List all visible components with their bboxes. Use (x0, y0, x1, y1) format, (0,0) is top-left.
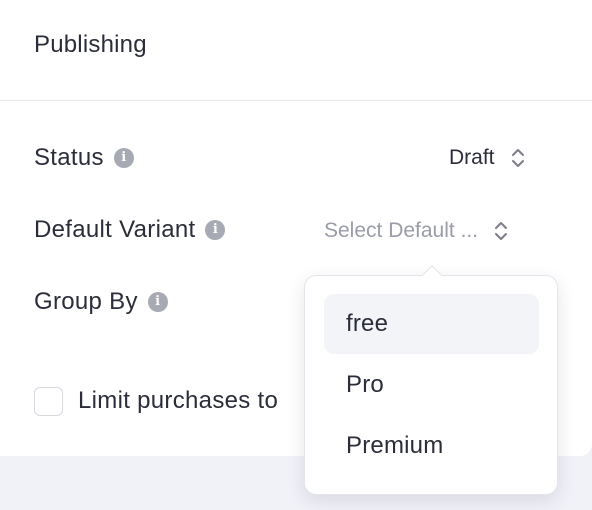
dropdown-option-pro[interactable]: Pro (324, 355, 539, 415)
default-variant-select[interactable]: Select Default ... (324, 219, 508, 243)
group-by-label-group: Group By i (34, 288, 168, 316)
status-label: Status (34, 144, 104, 171)
chevron-up-down-icon (495, 222, 508, 240)
status-label-group: Status i (34, 144, 134, 172)
default-variant-label: Default Variant (34, 216, 196, 243)
default-variant-placeholder: Select Default ... (324, 219, 479, 242)
dropdown-option-premium[interactable]: Premium (324, 416, 539, 476)
default-variant-dropdown: free Pro Premium (304, 265, 558, 495)
dropdown-option-free[interactable]: free (324, 294, 539, 354)
limit-purchases-label: Limit purchases to (78, 387, 279, 414)
panel-header: Publishing (0, 0, 592, 101)
info-icon[interactable]: i (205, 220, 226, 240)
status-select[interactable]: Draft (449, 146, 525, 170)
limit-purchases-checkbox[interactable] (34, 387, 63, 416)
chevron-up-down-icon (511, 149, 524, 167)
info-icon[interactable]: i (113, 148, 134, 168)
panel-title: Publishing (34, 31, 147, 58)
status-value: Draft (449, 146, 495, 169)
group-by-label: Group By (34, 288, 138, 315)
info-icon[interactable]: i (147, 292, 168, 312)
default-variant-label-group: Default Variant i (34, 216, 226, 244)
